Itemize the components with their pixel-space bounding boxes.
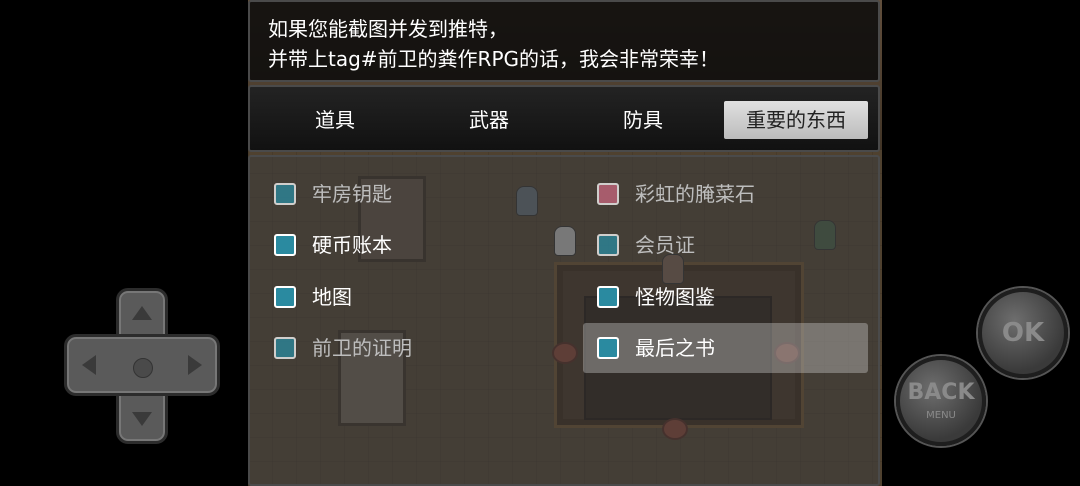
- item-label: 怪物图鉴: [635, 285, 715, 309]
- arrow-left-icon[interactable]: [82, 355, 96, 375]
- arrow-right-icon[interactable]: [188, 355, 202, 375]
- book-icon: [597, 337, 619, 359]
- map-icon: [274, 286, 296, 308]
- card-icon: [274, 337, 296, 359]
- arrow-down-icon[interactable]: [132, 412, 152, 426]
- menu-sub-label: MENU: [926, 410, 956, 421]
- arrow-up-icon[interactable]: [132, 306, 152, 320]
- dpad[interactable]: [64, 288, 220, 444]
- gift-box-icon: [597, 183, 619, 205]
- item-label: 牢房钥匙: [312, 182, 392, 206]
- help-message-line1: 如果您能截图并发到推特，: [268, 17, 508, 41]
- help-message-window: 如果您能截图并发到推特， 并带上tag#前卫的粪作RPG的话，我会非常荣幸！: [248, 0, 880, 82]
- ok-button[interactable]: OK: [978, 288, 1068, 378]
- help-message-line2: 并带上tag#前卫的粪作RPG的话，我会非常荣幸！: [268, 47, 720, 71]
- ledger-icon: [274, 234, 296, 256]
- category-window: 道具 武器 防具 重要的东西: [248, 85, 880, 152]
- book-icon: [597, 286, 619, 308]
- back-button-label: BACK: [907, 380, 975, 405]
- key-icon: [274, 183, 296, 205]
- item-label: 前卫的证明: [312, 336, 412, 360]
- dpad-center: [133, 358, 153, 378]
- item-label: 最后之书: [635, 336, 715, 360]
- card-icon: [597, 234, 619, 256]
- tab-items[interactable]: 道具: [270, 101, 400, 139]
- back-menu-button[interactable]: BACK MENU: [896, 356, 986, 446]
- tab-key-items[interactable]: 重要的东西: [724, 101, 868, 139]
- item-label: 硬币账本: [312, 233, 392, 257]
- tab-weapons[interactable]: 武器: [424, 101, 554, 139]
- selection-cursor: [583, 323, 868, 373]
- tab-armor[interactable]: 防具: [578, 101, 708, 139]
- item-label: 地图: [312, 285, 352, 309]
- item-label: 彩虹的腌菜石: [635, 182, 755, 206]
- item-label: 会员证: [635, 233, 695, 257]
